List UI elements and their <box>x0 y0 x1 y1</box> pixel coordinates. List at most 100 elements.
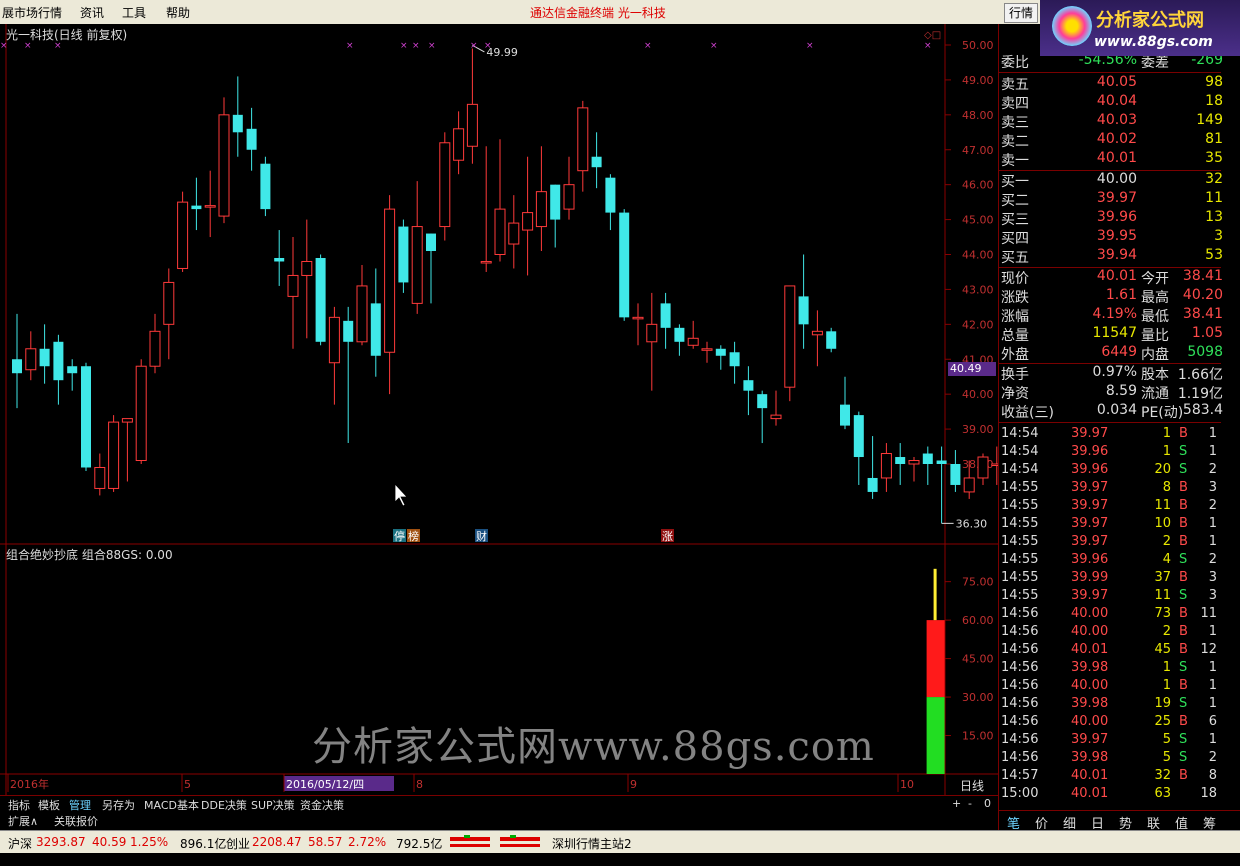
tick-time: 14:55 <box>1001 552 1039 567</box>
tick-time: 14:56 <box>1001 696 1039 711</box>
stat-row-4-volume: 5098 <box>1187 344 1223 360</box>
candle-body <box>39 348 50 367</box>
candle-body <box>480 260 492 264</box>
zoom-in-button[interactable]: + <box>952 797 961 810</box>
kline-chart[interactable]: 50.00 49.00 48.00 47.00 46.00 45.00 44.00 43.00… <box>0 24 998 795</box>
tick-volume: 8 <box>1162 480 1171 495</box>
chinext-percent: 2.72% <box>348 835 387 849</box>
tab-macd[interactable]: MACD基本 <box>144 797 199 813</box>
stat-row-4-label2: 内盘 <box>1141 347 1169 363</box>
star-marker-icon: × <box>644 41 652 51</box>
tick-row: 14:55 39.99 37 B 3 <box>999 570 1221 588</box>
tick-row: 14:55 39.97 2 B 1 <box>999 534 1221 552</box>
tab-manage[interactable]: 管理 <box>69 797 91 813</box>
tab-related-quote[interactable]: 关联报价 <box>54 813 98 829</box>
chinext-index: 2208.47 <box>252 835 302 849</box>
stat2-row-1-volume: 1.19亿 <box>1177 386 1223 402</box>
tick-direction: S <box>1179 552 1188 567</box>
tick-direction: B <box>1179 570 1188 585</box>
tick-time: 14:56 <box>1001 660 1039 675</box>
quote-button[interactable]: 行情 <box>1004 3 1038 23</box>
candle-body <box>246 128 257 150</box>
candle-body <box>757 394 768 409</box>
tab-template[interactable]: 模板 <box>38 797 60 813</box>
zoom-out-button[interactable]: - <box>968 797 972 810</box>
stat-row-3-label: 总量 <box>1001 328 1029 344</box>
server-name[interactable]: 深圳行情主站2 <box>552 835 632 852</box>
y-tick-label: 46.00 <box>962 179 994 192</box>
sell-level-3: 卖三 40.03 149 <box>999 112 1223 131</box>
tick-direction: B <box>1179 426 1188 441</box>
tab-save-as[interactable]: 另存为 <box>102 797 135 813</box>
diamond-icon: ◇□ <box>924 30 941 41</box>
tick-price: 40.01 <box>1071 786 1109 801</box>
tick-direction: B <box>1179 498 1188 513</box>
candle-body <box>770 414 782 420</box>
tick-row: 14:54 39.96 20 S 2 <box>999 462 1221 480</box>
candle-body <box>922 453 933 464</box>
stat2-row-2: 收益(三) 0.034 583.4 PE(动) <box>999 402 1223 421</box>
star-marker-icon: × <box>924 41 932 51</box>
tab-fund[interactable]: 资金决策 <box>300 797 344 813</box>
panel-divider-line <box>999 422 1221 423</box>
sell-level-5-price: 40.05 <box>1096 74 1137 90</box>
buy-level-5-volume: 53 <box>1205 247 1223 263</box>
candle-body <box>729 352 740 367</box>
candle-body <box>674 327 685 342</box>
tick-price: 39.96 <box>1071 462 1109 477</box>
candle-body <box>811 330 823 336</box>
tick-price: 40.00 <box>1071 606 1109 621</box>
chart-area[interactable]: 50.00 49.00 48.00 47.00 46.00 45.00 44.00 43.00… <box>0 24 998 824</box>
period-label: 日线 <box>960 779 984 793</box>
stat2-row-2-price: 0.034 <box>1096 402 1137 418</box>
chart-title: 光一科技(日线 前复权) <box>6 28 128 42</box>
menu-item-help[interactable]: 帮助 <box>166 4 190 21</box>
tick-row: 14:56 39.97 5 S 1 <box>999 732 1221 750</box>
tick-row: 14:56 40.00 1 B 1 <box>999 678 1221 696</box>
stat-row-0: 现价 40.01 38.41 今开 <box>999 268 1223 287</box>
tab-sup[interactable]: SUP决策 <box>251 797 295 813</box>
candle-body <box>25 348 37 371</box>
date-label: 10 <box>900 778 914 791</box>
candle-body <box>908 460 920 465</box>
tick-time: 14:56 <box>1001 732 1039 747</box>
tick-time: 15:00 <box>1001 786 1039 801</box>
y-tick-label: 39.00 <box>962 423 994 436</box>
tab-extend[interactable]: 扩展∧ <box>8 813 38 829</box>
stat2-row-0-label: 换手 <box>1001 367 1029 383</box>
candle-body <box>163 281 175 325</box>
candle-body <box>426 233 436 252</box>
candle-body <box>494 208 506 256</box>
y-tick-label: 43.00 <box>962 283 994 296</box>
buy-level-2-volume: 11 <box>1205 190 1223 206</box>
tick-count: 1 <box>1208 444 1217 459</box>
tick-volume: 19 <box>1154 696 1171 711</box>
stat-row-1-label2: 最高 <box>1141 290 1169 306</box>
candle-body <box>287 274 299 297</box>
candle-body <box>94 466 106 489</box>
candle-body <box>605 177 616 213</box>
tick-time: 14:55 <box>1001 570 1039 585</box>
menu-item-news[interactable]: 资讯 <box>80 4 104 21</box>
tick-price: 39.97 <box>1071 498 1109 513</box>
buy-level-5-label: 买五 <box>1001 250 1029 266</box>
buy-level-2-label: 买二 <box>1001 193 1029 209</box>
event-marker-label: 榜 <box>408 529 419 543</box>
tick-count: 3 <box>1208 570 1217 585</box>
tick-price: 39.97 <box>1071 534 1109 549</box>
tick-time: 14:56 <box>1001 606 1039 621</box>
stat2-row-2-volume: 583.4 <box>1182 402 1223 418</box>
sell-level-2-label: 卖二 <box>1001 134 1029 150</box>
sell-level-4-label: 卖四 <box>1001 96 1029 112</box>
candle-body <box>177 201 189 269</box>
menu-item-tools[interactable]: 工具 <box>122 4 146 21</box>
tick-count: 1 <box>1208 732 1217 747</box>
ind-y-tick-label: 60.00 <box>962 614 994 627</box>
tick-price: 40.01 <box>1071 768 1109 783</box>
tab-dde[interactable]: DDE决策 <box>201 797 247 813</box>
sell-level-3-volume: 149 <box>1196 112 1223 128</box>
zoom-reset-button[interactable]: 0 <box>984 797 991 810</box>
menu-item-market[interactable]: 展市场行情 <box>2 4 62 21</box>
tick-time: 14:55 <box>1001 588 1039 603</box>
tab-indicator[interactable]: 指标 <box>8 797 30 813</box>
